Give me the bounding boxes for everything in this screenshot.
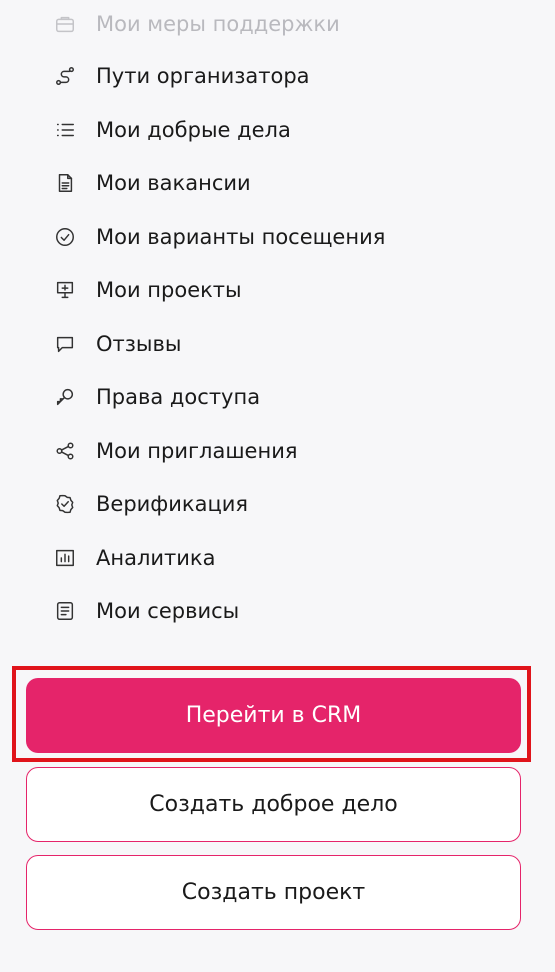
sidebar-item-label: Верификация	[96, 492, 249, 516]
sidebar-item-label: Мои вакансии	[96, 171, 251, 195]
sidebar-item-label: Мои приглашения	[96, 439, 298, 463]
check-circle-icon	[52, 224, 78, 250]
document-icon	[52, 170, 78, 196]
share-icon	[52, 438, 78, 464]
sidebar-item-label: Мои меры поддержки	[96, 12, 340, 36]
sidebar-item-label: Мои сервисы	[96, 599, 240, 623]
sidebar-item-label: Пути организатора	[96, 64, 310, 88]
verified-badge-icon	[52, 491, 78, 517]
sidebar-item-verification[interactable]: Верификация	[52, 484, 248, 524]
sidebar-item-good-deeds[interactable]: Мои добрые дела	[52, 110, 291, 150]
sidebar-item-organizer-paths[interactable]: Пути организатора	[52, 56, 310, 96]
sidebar-item-label: Отзывы	[96, 332, 182, 356]
sidebar-item-label: Мои добрые дела	[96, 118, 291, 142]
chat-icon	[52, 331, 78, 357]
create-good-deed-button[interactable]: Создать доброе дело	[26, 767, 521, 842]
key-icon	[52, 384, 78, 410]
sidebar-item-label: Аналитика	[96, 546, 216, 570]
sidebar-item-support-measures[interactable]: Мои меры поддержки	[52, 4, 340, 44]
list-icon	[52, 117, 78, 143]
route-icon	[52, 63, 78, 89]
go-to-crm-button[interactable]: Перейти в CRM	[26, 678, 521, 753]
sidebar-item-visit-options[interactable]: Мои варианты посещения	[52, 217, 385, 257]
sidebar-panel: Мои меры поддержки Пути организатора Мои…	[0, 0, 555, 972]
sidebar-item-label: Мои варианты посещения	[96, 225, 386, 249]
sidebar-item-vacancies[interactable]: Мои вакансии	[52, 163, 251, 203]
sidebar-item-services[interactable]: Мои сервисы	[52, 591, 239, 631]
sidebar-item-reviews[interactable]: Отзывы	[52, 324, 181, 364]
sidebar-item-access-rights[interactable]: Права доступа	[52, 377, 260, 417]
sidebar-item-analytics[interactable]: Аналитика	[52, 538, 215, 578]
bar-chart-icon	[52, 545, 78, 571]
sidebar-item-label: Права доступа	[96, 385, 261, 409]
create-project-button[interactable]: Создать проект	[26, 855, 521, 930]
briefcase-icon	[52, 11, 78, 37]
sidebar-item-invitations[interactable]: Мои приглашения	[52, 431, 297, 471]
presentation-icon	[52, 277, 78, 303]
sidebar-item-label: Мои проекты	[96, 278, 242, 302]
services-icon	[52, 598, 78, 624]
sidebar-item-projects[interactable]: Мои проекты	[52, 270, 242, 310]
